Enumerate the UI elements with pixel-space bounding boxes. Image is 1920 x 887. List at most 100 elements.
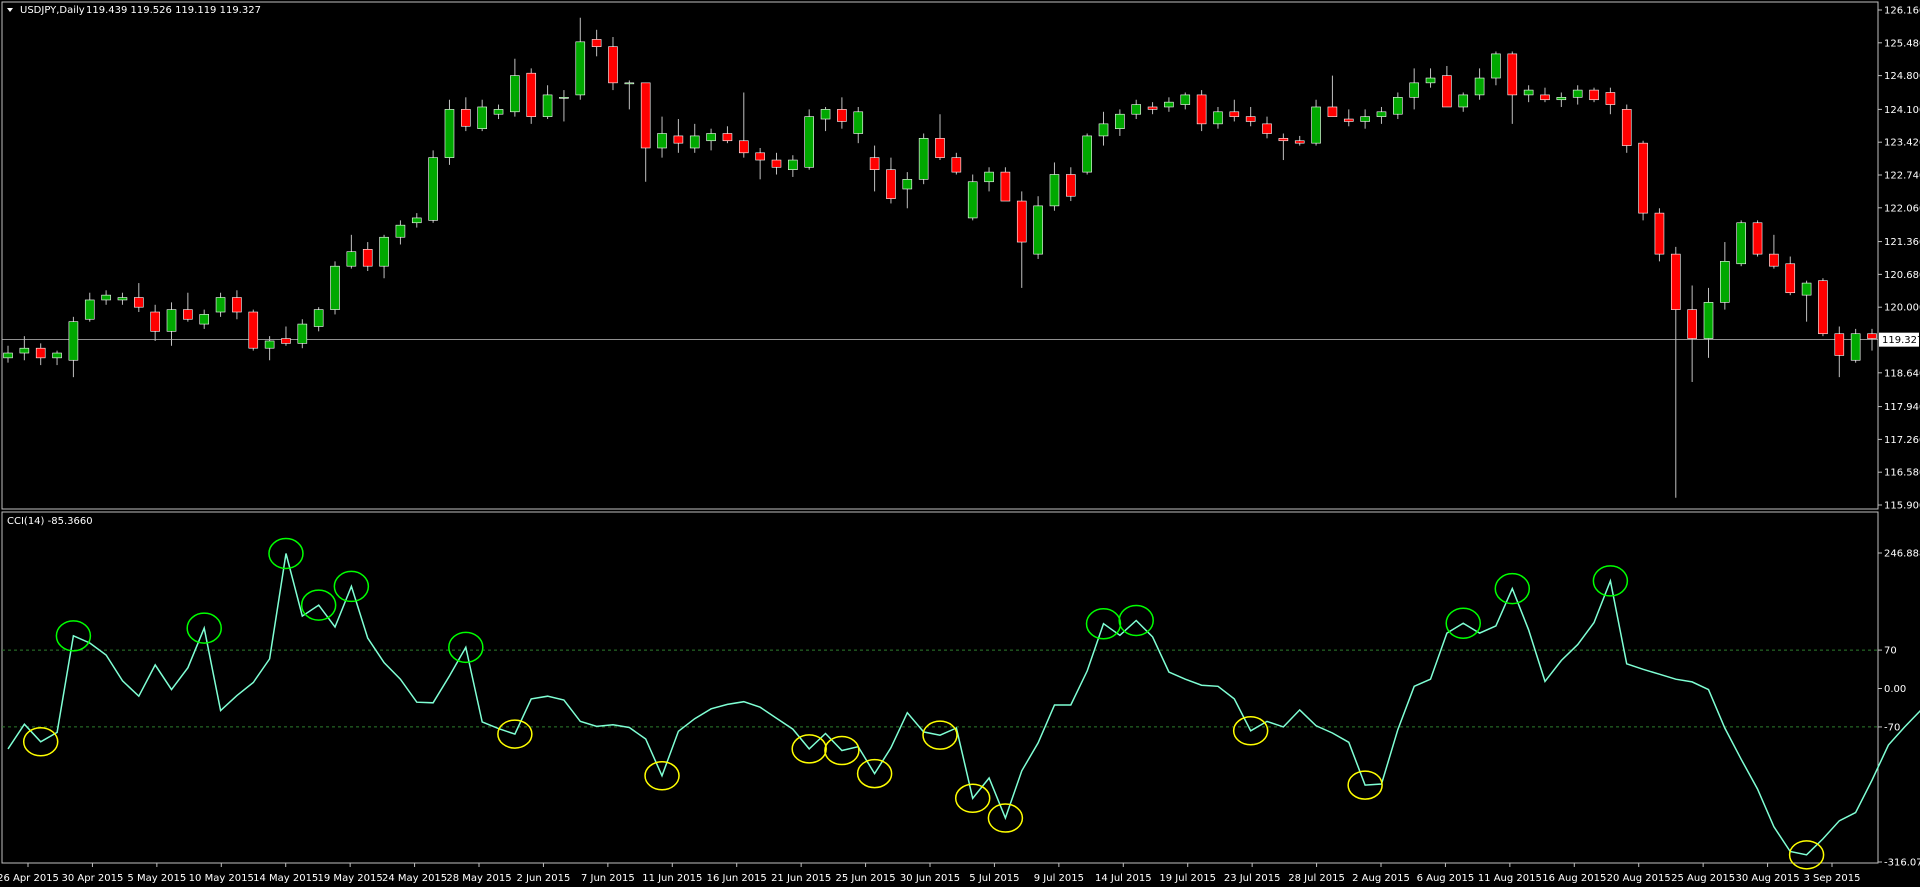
- price-tick-label: 125.480: [1884, 38, 1920, 49]
- candle-body: [902, 179, 913, 190]
- time-tick-label: 24 May 2015: [382, 873, 447, 884]
- candle-body: [673, 135, 684, 144]
- candle-body: [967, 181, 978, 219]
- cci-tick-label: 0.00: [1884, 684, 1906, 695]
- candle-body: [346, 251, 357, 267]
- cci-panel[interactable]: CCI(14) -85.3660: [1, 511, 1920, 870]
- candle-body: [689, 135, 700, 149]
- candle-body: [526, 72, 537, 117]
- candle-body: [1229, 111, 1240, 117]
- price-tick-label: 116.580: [1884, 468, 1920, 479]
- candle-body: [1213, 111, 1223, 125]
- candle: [444, 99, 455, 165]
- time-tick-label: 30 Aug 2015: [1736, 873, 1800, 884]
- time-tick-label: 14 May 2015: [253, 873, 318, 884]
- cci-tick-label: -70: [1884, 722, 1900, 733]
- candle-body: [755, 152, 765, 161]
- candle-body: [837, 109, 847, 122]
- time-tick-label: 5 May 2015: [127, 873, 186, 884]
- cci-tick-label: 70: [1884, 646, 1897, 657]
- candle-body: [477, 106, 487, 129]
- candle-body: [134, 297, 144, 308]
- candle: [1654, 208, 1665, 262]
- price-tick-label: 117.260: [1884, 435, 1920, 446]
- candle-body: [428, 157, 438, 221]
- candle-body: [52, 352, 62, 359]
- candle-body: [362, 248, 373, 267]
- candle-body: [1834, 333, 1845, 356]
- candle-body: [379, 236, 389, 267]
- candle-body: [117, 297, 128, 301]
- time-tick-label: 25 Jun 2015: [835, 873, 895, 884]
- candle: [1000, 167, 1011, 202]
- candle-body: [706, 133, 716, 142]
- candle-body: [411, 217, 422, 224]
- trading-chart[interactable]: USDJPY,Daily 119.439 119.526 119.119 119…: [0, 0, 1920, 887]
- current-price-label: 119.327: [1882, 335, 1920, 346]
- candle-body: [215, 297, 226, 313]
- time-tick-label: 20 Aug 2015: [1607, 873, 1671, 884]
- time-tick-label: 30 Apr 2015: [62, 873, 124, 884]
- candle-body: [68, 321, 79, 361]
- candle: [1033, 196, 1043, 259]
- candle-body: [1131, 104, 1142, 115]
- time-tick-label: 19 Jul 2015: [1159, 873, 1216, 884]
- price-tick-label: 120.000: [1884, 303, 1920, 314]
- time-tick-label: 2 Aug 2015: [1352, 873, 1410, 884]
- candle-body: [853, 111, 864, 134]
- candle-body: [232, 297, 242, 313]
- candle-body: [1769, 253, 1779, 267]
- candle: [1589, 87, 1599, 103]
- price-tick-label: 124.800: [1884, 71, 1920, 82]
- candle-body: [1850, 333, 1861, 361]
- candle: [526, 68, 537, 124]
- candle-body: [1556, 97, 1567, 101]
- cci-tick-label: 246.8884: [1884, 549, 1920, 560]
- candle-body: [951, 157, 962, 173]
- candle: [1736, 220, 1746, 267]
- candle-body: [788, 159, 798, 170]
- candle-body: [183, 309, 193, 320]
- price-axis: 126.160 125.480 124.800 124.100 123.420 122.7…: [1878, 6, 1920, 512]
- candle-body: [1082, 135, 1092, 173]
- candle-body: [1278, 138, 1289, 142]
- candle-body: [1000, 171, 1011, 202]
- price-panel-frame: [1, 1, 1879, 510]
- candle: [1082, 133, 1092, 175]
- candle-body: [1458, 94, 1469, 108]
- price-tick-label: 123.420: [1884, 138, 1920, 149]
- candle-body: [935, 138, 945, 158]
- candle: [918, 133, 929, 185]
- cci-tick-label: -316.0734: [1884, 858, 1920, 869]
- price-panel[interactable]: USDJPY,Daily 119.439 119.526 119.119 119…: [1, 1, 1879, 510]
- candle-body: [820, 109, 831, 120]
- candle-body: [1621, 109, 1632, 146]
- candle-body: [281, 338, 291, 344]
- candle-body: [542, 94, 553, 117]
- candle-body: [869, 157, 880, 170]
- candle-body: [1098, 123, 1109, 137]
- candle-body: [1605, 92, 1616, 105]
- price-tick-label: 124.100: [1884, 105, 1920, 116]
- candle-body: [395, 224, 406, 238]
- candle-body: [150, 311, 160, 332]
- candle-body: [657, 133, 667, 149]
- candle-body: [1393, 97, 1403, 115]
- time-tick-label: 26 Apr 2015: [0, 873, 59, 884]
- cci-header: CCI(14) -85.3660: [7, 516, 93, 527]
- candle-body: [330, 265, 340, 310]
- candle: [1850, 328, 1861, 363]
- candle-body: [1670, 253, 1681, 310]
- candle-body: [1638, 142, 1648, 214]
- candle-body: [297, 323, 308, 344]
- ohlc-header: 119.439 119.526 119.119 119.327: [86, 5, 261, 16]
- price-tick-label: 121.360: [1884, 237, 1920, 248]
- candle-body: [1294, 140, 1305, 144]
- candle-body: [1507, 53, 1518, 96]
- candle: [1621, 104, 1632, 153]
- candle-body: [640, 82, 651, 149]
- candle-body: [1262, 123, 1272, 134]
- candle-body: [199, 314, 210, 325]
- candle-body: [84, 299, 95, 320]
- price-tick-label: 118.640: [1884, 368, 1920, 379]
